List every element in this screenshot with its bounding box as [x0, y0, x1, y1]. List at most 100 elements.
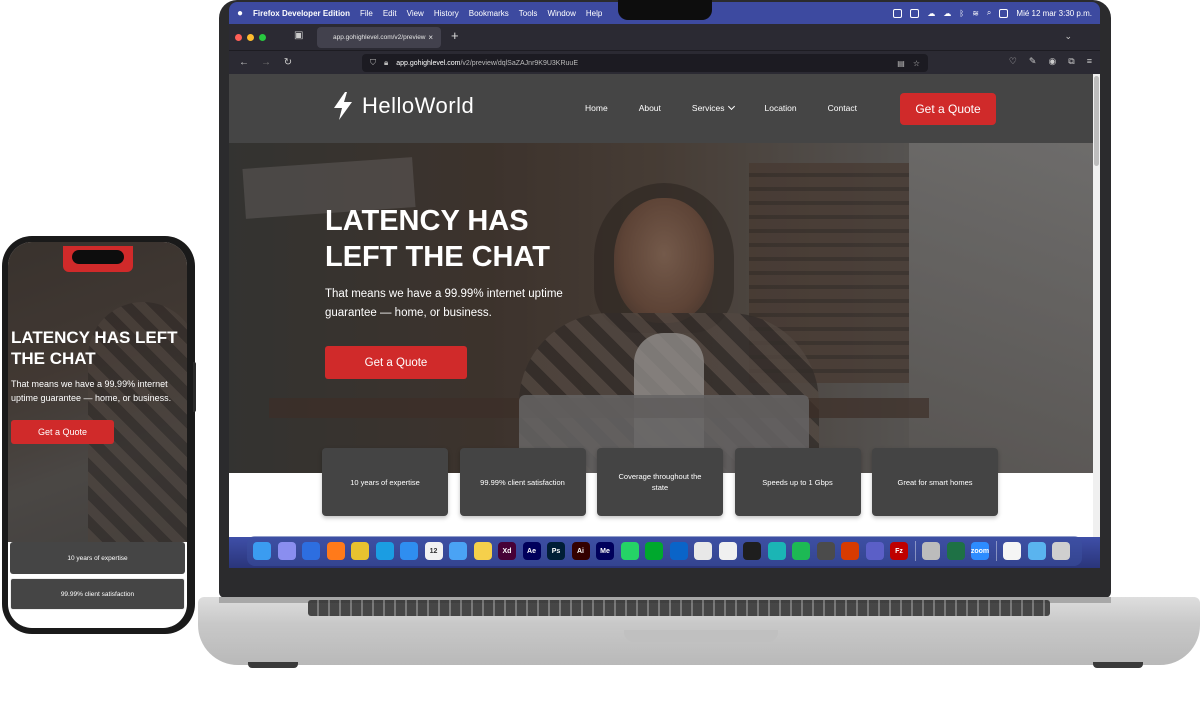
phone-screen: LATENCY HAS LEFT THE CHAT That means we … [8, 242, 187, 628]
evernote-icon[interactable] [645, 542, 663, 560]
menu-tools[interactable]: Tools [519, 9, 538, 18]
excel-icon[interactable] [946, 542, 965, 560]
lock-icon[interactable]: 🔒︎ [384, 58, 388, 68]
ai-icon[interactable]: Ai [571, 542, 590, 560]
reader-view-icon[interactable]: ▤ [897, 59, 905, 68]
menu-file[interactable]: File [360, 9, 373, 18]
shield-icon[interactable]: ⛉ [370, 58, 376, 68]
hamburger-menu-icon[interactable]: ≡ [1087, 56, 1092, 67]
weather-icon[interactable] [449, 542, 467, 560]
back-arrow-icon[interactable]: ← [237, 57, 251, 68]
ms-office-icon[interactable] [841, 542, 859, 560]
status-icon[interactable] [910, 8, 920, 18]
window-minimize-button[interactable] [247, 33, 254, 41]
header-get-quote-button[interactable]: Get a Quote [900, 93, 996, 125]
laptop-opening-notch [624, 630, 778, 642]
bookmark-star-icon[interactable]: ☆ [913, 59, 920, 68]
figma-icon[interactable] [743, 542, 761, 560]
nav-location[interactable]: Location [765, 103, 797, 113]
notes-icon[interactable] [473, 542, 492, 560]
mockup-stage: ● Firefox Developer Edition File Edit Vi… [0, 0, 1200, 710]
launchpad-icon[interactable] [277, 542, 296, 560]
edge-icon[interactable] [375, 542, 394, 560]
search-icon[interactable]: ⌕ [987, 8, 991, 18]
clock-text[interactable]: Mié 12 mar 3:30 p.m. [1016, 9, 1092, 18]
nav-home[interactable]: Home [585, 103, 608, 113]
finder-icon[interactable] [253, 542, 271, 560]
pocket-icon[interactable]: ♡ [1009, 56, 1017, 67]
status-icon[interactable] [893, 8, 903, 18]
scrollbar-thumb[interactable] [1094, 76, 1099, 166]
phone-get-quote-button[interactable]: Get a Quote [11, 420, 114, 444]
site-logo[interactable]: HelloWorld [332, 92, 474, 120]
folder-icon[interactable] [1027, 542, 1046, 560]
website-viewport: HelloWorld Home About Services Location … [229, 74, 1093, 537]
devtools-wrench-icon[interactable]: ✎ [1029, 56, 1037, 67]
teams-icon[interactable] [865, 542, 884, 560]
account-icon[interactable]: ◉ [1048, 56, 1056, 67]
bluetooth-icon[interactable]: ᛒ [959, 9, 964, 18]
feature-cards: 10 years of expertise 99.99% client sati… [322, 448, 1010, 516]
cloud-icon[interactable]: ☁ [943, 9, 951, 18]
firefox-icon[interactable] [326, 542, 345, 560]
window-close-button[interactable] [235, 33, 242, 41]
phone-hero-title: LATENCY HAS LEFT THE CHAT [11, 328, 178, 368]
phone-feature-card: 99.99% client satisfaction [10, 578, 185, 610]
menu-view[interactable]: View [407, 9, 424, 18]
safari-icon[interactable] [400, 542, 418, 560]
new-tab-icon[interactable]: + [451, 28, 459, 43]
feature-card: 99.99% client satisfaction [459, 448, 586, 516]
slack-icon[interactable] [694, 542, 712, 560]
filezilla-icon[interactable]: Fz [890, 542, 908, 560]
tab-overview-icon[interactable]: ▣ [294, 30, 303, 41]
reload-icon[interactable]: ↻ [281, 57, 295, 68]
macos-dock: 12 Xd Ae Ps Ai Me Fz zoom [247, 536, 1082, 566]
hero-section: LATENCY HAS LEFT THE CHAT That means we … [229, 143, 1093, 473]
menu-edit[interactable]: Edit [383, 9, 397, 18]
trash-icon[interactable] [1052, 542, 1070, 560]
browser-tab-active[interactable]: app.gohighlevel.com/v2/preview × [317, 27, 441, 48]
hero-get-quote-button[interactable]: Get a Quote [325, 346, 467, 379]
ps-icon[interactable]: Ps [547, 542, 565, 560]
hero-subtitle: That means we have a 99.99% internet upt… [325, 288, 563, 319]
font-book-icon[interactable] [922, 542, 940, 560]
list-tabs-chevron-icon[interactable]: ⌄ [1064, 31, 1072, 42]
outlook-icon[interactable] [669, 542, 688, 560]
forward-arrow-icon[interactable]: → [259, 57, 273, 68]
craft-icon[interactable] [718, 542, 737, 560]
menu-help[interactable]: Help [586, 9, 602, 18]
extensions-icon[interactable]: ⧉ [1068, 56, 1074, 67]
control-center-icon[interactable] [999, 8, 1009, 18]
chrome-icon[interactable] [351, 542, 369, 560]
firefox-dev-icon[interactable] [302, 542, 320, 560]
wifi-icon[interactable]: ≋ [972, 9, 979, 18]
apple-menu-icon[interactable]: ● [237, 8, 243, 19]
menu-bookmarks[interactable]: Bookmarks [469, 9, 509, 18]
menu-app-name[interactable]: Firefox Developer Edition [253, 9, 350, 18]
chevron-down-icon [727, 102, 735, 111]
lightning-bolt-icon [334, 92, 352, 120]
menu-history[interactable]: History [434, 9, 459, 18]
sublime-icon[interactable] [816, 542, 835, 560]
calendar-icon[interactable]: 12 [424, 542, 443, 560]
url-bar[interactable]: ⛉ 🔒︎ app.gohighlevel.com /v2/preview/dql… [362, 54, 928, 72]
nav-about[interactable]: About [639, 103, 661, 113]
menu-window[interactable]: Window [547, 9, 575, 18]
whatsapp-icon[interactable] [620, 542, 639, 560]
phone-side-button [193, 362, 196, 412]
tab-close-icon[interactable]: × [428, 33, 433, 42]
ae-icon[interactable]: Ae [522, 542, 541, 560]
nav-contact[interactable]: Contact [828, 103, 857, 113]
xd-icon[interactable]: Xd [498, 542, 516, 560]
page-scrollbar[interactable] [1093, 74, 1100, 537]
cloud-icon[interactable]: ☁ [927, 9, 935, 18]
me-icon[interactable]: Me [596, 542, 614, 560]
zoom-icon[interactable]: zoom [971, 542, 989, 560]
feature-card: Great for smart homes [872, 448, 998, 516]
feature-card: Speeds up to 1 Gbps [734, 448, 861, 516]
surfshark-icon[interactable] [767, 542, 786, 560]
nav-services[interactable]: Services [692, 102, 735, 113]
window-zoom-button[interactable] [259, 33, 266, 41]
spotify-icon[interactable] [792, 542, 810, 560]
google-icon[interactable] [1003, 542, 1021, 560]
